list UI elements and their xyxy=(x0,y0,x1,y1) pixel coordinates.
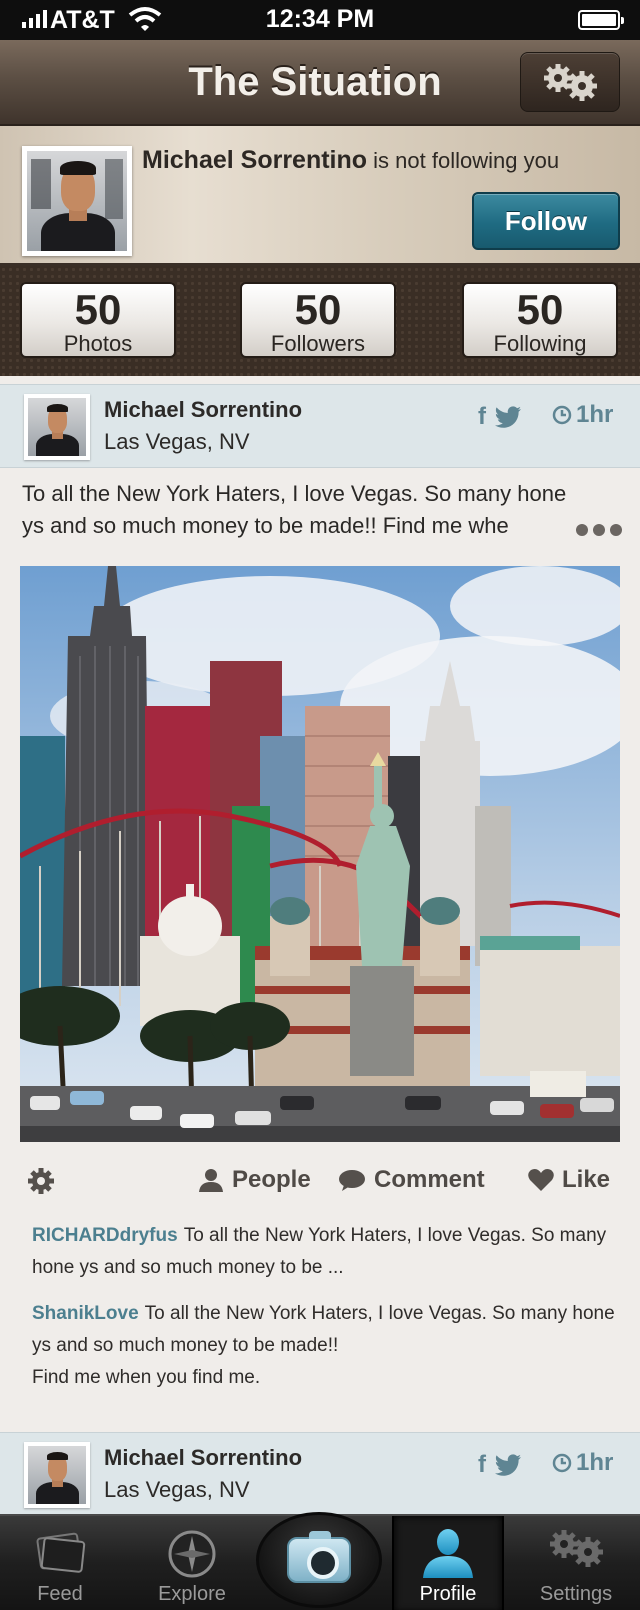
stat-label: Photos xyxy=(63,331,133,356)
tab-label: Settings xyxy=(539,1583,613,1605)
tab-settings[interactable]: Settings xyxy=(520,1516,632,1610)
tab-profile[interactable]: Profile xyxy=(392,1516,504,1610)
post-location: Las Vegas, NV xyxy=(104,429,250,454)
clock-icon xyxy=(552,405,572,425)
post-location: Las Vegas, NV xyxy=(104,1477,250,1502)
post-actions: People Comment Like xyxy=(20,1162,620,1202)
time-ago: 1hr xyxy=(576,1449,614,1476)
facebook-icon[interactable]: f xyxy=(478,403,486,431)
battery-icon xyxy=(578,10,624,30)
nav-bar: The Situation xyxy=(0,40,640,126)
clock: 12:34 PM xyxy=(265,5,375,33)
post-time: 1hr xyxy=(552,1449,613,1477)
gear-icon xyxy=(550,1530,603,1567)
people-label: People xyxy=(232,1166,311,1193)
profile-name: Michael Sorrentino xyxy=(142,146,368,174)
post-photo[interactable] xyxy=(20,566,620,1142)
tab-label: Explore xyxy=(158,1583,226,1605)
profile-header: Michael Sorrentino is not following you … xyxy=(0,126,640,266)
comment-user[interactable]: ShanikLove xyxy=(32,1303,139,1324)
comment-icon xyxy=(339,1170,365,1191)
status-bar: AT&T 12:34 PM xyxy=(0,0,640,40)
gear-icon xyxy=(544,64,597,101)
tab-label: Profile xyxy=(419,1583,477,1605)
stat-count: 50 xyxy=(294,286,342,333)
skyline-image xyxy=(20,566,620,1142)
twitter-icon[interactable] xyxy=(494,406,522,428)
like-label: Like xyxy=(562,1166,611,1193)
follow-button[interactable]: Follow xyxy=(472,192,620,250)
stat-count: 50 xyxy=(516,286,564,333)
camera-button[interactable] xyxy=(256,1512,382,1608)
post-avatar[interactable] xyxy=(24,394,90,460)
person-icon xyxy=(423,1529,473,1578)
people-button[interactable]: People xyxy=(198,1166,311,1194)
tab-bar: Feed Explore Profile Settings xyxy=(0,1512,640,1610)
avatar[interactable] xyxy=(22,146,132,256)
post-text-line: ys and so much money to be made!! Find m… xyxy=(22,513,509,538)
tab-explore[interactable]: Explore xyxy=(136,1516,248,1610)
stat-followers[interactable]: 50 Followers xyxy=(240,282,396,358)
facebook-icon[interactable]: f xyxy=(478,1451,486,1479)
stat-count: 50 xyxy=(74,286,122,333)
person-icon xyxy=(199,1169,223,1192)
share-icons: f xyxy=(478,1451,522,1479)
follow-status-text: is not following you xyxy=(373,148,560,173)
comment-text: Find me when you find me. xyxy=(32,1367,261,1388)
more-icon[interactable] xyxy=(576,524,622,536)
post-time: 1hr xyxy=(552,401,613,429)
comment-button[interactable]: Comment xyxy=(338,1166,485,1194)
tab-label: Feed xyxy=(37,1583,83,1605)
settings-button[interactable] xyxy=(520,52,620,112)
post-text: To all the New York Haters, I love Vegas… xyxy=(22,478,622,542)
post-text-line: To all the New York Haters, I love Vegas… xyxy=(22,481,567,506)
post-user-name[interactable]: Michael Sorrentino xyxy=(104,1445,302,1471)
heart-icon xyxy=(528,1169,554,1191)
twitter-icon[interactable] xyxy=(494,1454,522,1476)
clock-icon xyxy=(552,1453,572,1473)
post-header: Michael Sorrentino Las Vegas, NV f 1hr xyxy=(0,384,640,468)
app-screen: AT&T 12:34 PM The Situation Michael Sorr… xyxy=(0,0,640,1610)
comment-label: Comment xyxy=(374,1166,485,1193)
tab-feed[interactable]: Feed xyxy=(4,1516,116,1610)
comment-list: RICHARDdryfus To all the New York Haters,… xyxy=(32,1220,622,1408)
comment-user[interactable]: RICHARDdryfus xyxy=(32,1225,178,1246)
comment: RICHARDdryfus To all the New York Haters,… xyxy=(32,1220,622,1284)
stat-label: Followers xyxy=(270,331,366,356)
time-ago: 1hr xyxy=(576,401,614,428)
comment: ShanikLove To all the New York Haters, I … xyxy=(32,1298,622,1394)
post-user-name[interactable]: Michael Sorrentino xyxy=(104,397,302,423)
stat-photos[interactable]: 50 Photos xyxy=(20,282,176,358)
share-icons: f xyxy=(478,403,522,431)
post-header: Michael Sorrentino Las Vegas, NV f 1hr xyxy=(0,1432,640,1516)
post-avatar[interactable] xyxy=(24,1442,90,1508)
compass-icon xyxy=(168,1530,216,1578)
stats-bar: 50 Photos 50 Followers 50 Following xyxy=(0,266,640,376)
stat-label: Following xyxy=(493,331,587,356)
gear-icon[interactable] xyxy=(26,1166,56,1196)
follow-status: Michael Sorrentino is not following you xyxy=(142,146,559,175)
feed-icon xyxy=(36,1532,86,1573)
like-button[interactable]: Like xyxy=(528,1166,610,1194)
stat-following[interactable]: 50 Following xyxy=(462,282,618,358)
camera-icon xyxy=(287,1531,351,1583)
